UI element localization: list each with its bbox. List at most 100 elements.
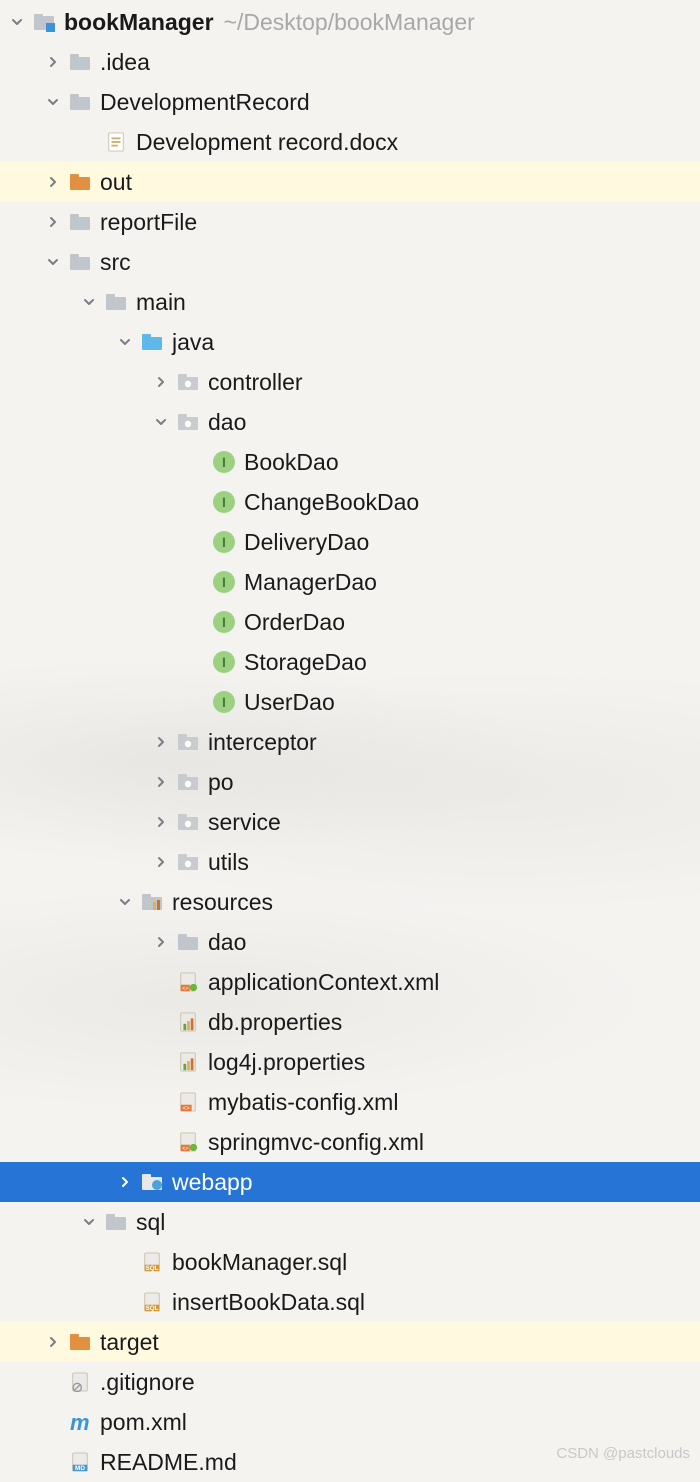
- svg-text:SQL: SQL: [145, 1265, 158, 1272]
- tree-item-label: Development record.docx: [136, 129, 398, 156]
- chevron-down-icon[interactable]: [44, 253, 62, 271]
- svg-text:I: I: [222, 454, 226, 470]
- tree-item-label: springmvc-config.xml: [208, 1129, 424, 1156]
- tree-item-deliverydao[interactable]: I DeliveryDao: [0, 522, 700, 562]
- tree-item-label: .idea: [100, 49, 150, 76]
- sql-icon: SQL: [140, 1250, 164, 1274]
- tree-item-label: po: [208, 769, 234, 796]
- folder-orange-icon: [68, 170, 92, 194]
- tree-item-mybatis-config-xml[interactable]: <>mybatis-config.xml: [0, 1082, 700, 1122]
- chevron-right-icon[interactable]: [152, 733, 170, 751]
- tree-item-insertbookdata-sql[interactable]: SQLinsertBookData.sql: [0, 1282, 700, 1322]
- tree-item-label: applicationContext.xml: [208, 969, 439, 996]
- tree-item-changebookdao[interactable]: I ChangeBookDao: [0, 482, 700, 522]
- folder-icon: [68, 250, 92, 274]
- tree-item-springmvc-config-xml[interactable]: <> springmvc-config.xml: [0, 1122, 700, 1162]
- chevron-down-icon[interactable]: [8, 13, 26, 31]
- tree-item-label: DeliveryDao: [244, 529, 369, 556]
- chevron-right-icon[interactable]: [116, 1173, 134, 1191]
- chevron-right-icon[interactable]: [152, 853, 170, 871]
- tree-item-log4j-properties[interactable]: log4j.properties: [0, 1042, 700, 1082]
- tree-item-label: OrderDao: [244, 609, 345, 636]
- svg-text:I: I: [222, 614, 226, 630]
- tree-item--gitignore[interactable]: .gitignore: [0, 1362, 700, 1402]
- tree-item-development-record-docx[interactable]: Development record.docx: [0, 122, 700, 162]
- tree-item--idea[interactable]: .idea: [0, 42, 700, 82]
- chevron-down-icon[interactable]: [116, 333, 134, 351]
- tree-item-path: ~/Desktop/bookManager: [224, 9, 475, 36]
- folder-icon: [104, 290, 128, 314]
- tree-item-label: bookManager.sql: [172, 1249, 347, 1276]
- tree-item-target[interactable]: target: [0, 1322, 700, 1362]
- tree-item-label: resources: [172, 889, 273, 916]
- tree-item-bookmanager-sql[interactable]: SQL bookManager.sql: [0, 1242, 700, 1282]
- chevron-right-icon[interactable]: [44, 53, 62, 71]
- tree-item-controller[interactable]: controller: [0, 362, 700, 402]
- svg-text:I: I: [222, 574, 226, 590]
- chevron-down-icon[interactable]: [116, 893, 134, 911]
- svg-text:I: I: [222, 694, 226, 710]
- tree-item-out[interactable]: out: [0, 162, 700, 202]
- chevron-right-icon[interactable]: [44, 213, 62, 231]
- tree-item-userdao[interactable]: I UserDao: [0, 682, 700, 722]
- chevron-down-icon[interactable]: [80, 293, 98, 311]
- tree-item-bookdao[interactable]: IBookDao: [0, 442, 700, 482]
- xml-icon: <>: [176, 1090, 200, 1114]
- folder-icon: [104, 1210, 128, 1234]
- package-icon: [176, 810, 200, 834]
- svg-text:<>: <>: [182, 1105, 190, 1112]
- tree-item-managerdao[interactable]: I ManagerDao: [0, 562, 700, 602]
- tree-item-label: insertBookData.sql: [172, 1289, 365, 1316]
- tree-item-label: StorageDao: [244, 649, 367, 676]
- interface-icon: I: [212, 610, 236, 634]
- tree-item-label: UserDao: [244, 689, 335, 716]
- tree-item-pom-xml[interactable]: mpom.xml: [0, 1402, 700, 1442]
- tree-item-dao[interactable]: dao: [0, 922, 700, 962]
- tree-item-label: interceptor: [208, 729, 317, 756]
- docx-icon: [104, 130, 128, 154]
- tree-item-label: sql: [136, 1209, 165, 1236]
- chevron-down-icon[interactable]: [80, 1213, 98, 1231]
- tree-item-po[interactable]: po: [0, 762, 700, 802]
- properties-icon: [176, 1010, 200, 1034]
- svg-text:I: I: [222, 534, 226, 550]
- interface-icon: I: [212, 530, 236, 554]
- tree-item-sql[interactable]: sql: [0, 1202, 700, 1242]
- tree-item-utils[interactable]: utils: [0, 842, 700, 882]
- chevron-down-icon[interactable]: [44, 93, 62, 111]
- tree-item-main[interactable]: main: [0, 282, 700, 322]
- chevron-right-icon[interactable]: [152, 773, 170, 791]
- spring-xml-icon: <>: [176, 970, 200, 994]
- tree-item-label: java: [172, 329, 214, 356]
- tree-item-src[interactable]: src: [0, 242, 700, 282]
- svg-text:<>: <>: [182, 1146, 188, 1152]
- chevron-right-icon[interactable]: [152, 933, 170, 951]
- tree-item-bookmanager[interactable]: bookManager~/Desktop/bookManager: [0, 2, 700, 42]
- tree-item-applicationcontext-xml[interactable]: <> applicationContext.xml: [0, 962, 700, 1002]
- tree-item-resources[interactable]: resources: [0, 882, 700, 922]
- tree-item-developmentrecord[interactable]: DevelopmentRecord: [0, 82, 700, 122]
- tree-item-label: ChangeBookDao: [244, 489, 419, 516]
- module-icon: [32, 10, 56, 34]
- package-icon: [176, 370, 200, 394]
- chevron-right-icon[interactable]: [152, 373, 170, 391]
- tree-item-java[interactable]: java: [0, 322, 700, 362]
- chevron-down-icon[interactable]: [152, 413, 170, 431]
- interface-icon: I: [212, 490, 236, 514]
- tree-item-label: ManagerDao: [244, 569, 377, 596]
- svg-text:I: I: [222, 654, 226, 670]
- tree-item-webapp[interactable]: webapp: [0, 1162, 700, 1202]
- chevron-right-icon[interactable]: [44, 173, 62, 191]
- tree-item-service[interactable]: service: [0, 802, 700, 842]
- tree-item-label: webapp: [172, 1169, 253, 1196]
- tree-item-dao[interactable]: dao: [0, 402, 700, 442]
- chevron-right-icon[interactable]: [44, 1333, 62, 1351]
- properties-icon: [176, 1050, 200, 1074]
- tree-item-interceptor[interactable]: interceptor: [0, 722, 700, 762]
- tree-item-orderdao[interactable]: I OrderDao: [0, 602, 700, 642]
- tree-item-label: db.properties: [208, 1009, 342, 1036]
- tree-item-reportfile[interactable]: reportFile: [0, 202, 700, 242]
- tree-item-storagedao[interactable]: I StorageDao: [0, 642, 700, 682]
- tree-item-db-properties[interactable]: db.properties: [0, 1002, 700, 1042]
- chevron-right-icon[interactable]: [152, 813, 170, 831]
